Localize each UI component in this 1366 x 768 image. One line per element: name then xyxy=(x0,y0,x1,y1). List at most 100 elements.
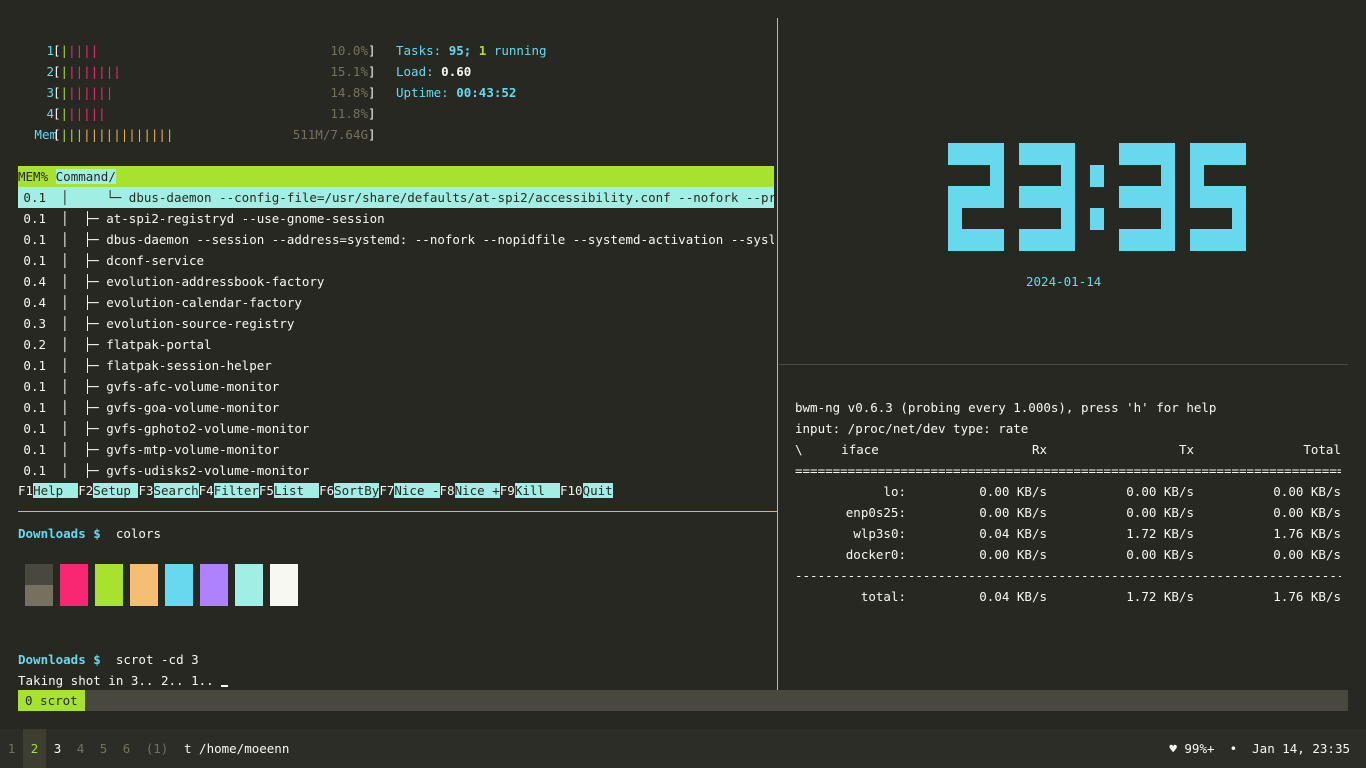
bwm-total: 0.00 KB/s xyxy=(1273,505,1341,520)
meter-fill: ||||| xyxy=(68,106,106,121)
fkey-label[interactable]: Setup xyxy=(93,483,139,498)
process-row[interactable]: 0.1 │ ├─ flatpak-session-helper xyxy=(18,355,774,376)
process-row[interactable]: 0.1 │ └─ dbus-daemon --config-file=/usr/… xyxy=(18,187,774,208)
fkey-label[interactable]: Filter xyxy=(213,483,259,498)
process-row[interactable]: 0.4 │ ├─ evolution-addressbook-factory xyxy=(18,271,774,292)
clock-segment xyxy=(1133,143,1161,166)
fkey-label[interactable]: Help xyxy=(33,483,79,498)
workspace-2[interactable]: 2 xyxy=(23,729,46,768)
process-mem: 0.3 xyxy=(23,316,46,331)
fkey-label[interactable]: List xyxy=(273,483,320,498)
fkey-f8[interactable]: F8 xyxy=(440,483,455,498)
column-command[interactable]: Command/ xyxy=(55,169,116,184)
process-row[interactable]: 0.1 │ ├─ at-spi2-registryd --use-gnome-s… xyxy=(18,208,774,229)
meter-fill: ||||||| xyxy=(68,64,121,79)
process-mem: 0.1 xyxy=(23,253,46,268)
clock-segment xyxy=(1161,186,1175,209)
process-tree: │ ├─ xyxy=(46,274,107,289)
pane-divider-right[interactable] xyxy=(779,364,1348,365)
workspace-7[interactable]: (1) xyxy=(143,729,171,768)
meter-fill: | xyxy=(60,43,69,58)
bwm-tx: 0.00 KB/s xyxy=(1126,484,1194,499)
clock-segment xyxy=(1204,143,1232,166)
workspace-3[interactable]: 3 xyxy=(46,729,69,768)
process-command: gvfs-mtp-volume-monitor xyxy=(106,442,280,457)
process-tree: │ ├─ xyxy=(46,316,107,331)
process-row[interactable]: 0.4 │ ├─ evolution-calendar-factory xyxy=(18,292,774,313)
clock-segment xyxy=(1161,143,1175,166)
process-mem: 0.1 xyxy=(23,463,46,478)
process-row[interactable]: 0.1 │ ├─ gvfs-afc-volume-monitor xyxy=(18,376,774,397)
process-row[interactable]: 0.1 │ ├─ dconf-service xyxy=(18,250,774,271)
process-row[interactable]: 0.2 │ ├─ flatpak-portal xyxy=(18,334,774,355)
process-row[interactable]: 0.1 │ ├─ gvfs-udisks2-volume-monitor xyxy=(18,460,774,481)
fkey-label[interactable]: Nice + xyxy=(454,483,500,498)
clock-segment xyxy=(948,143,962,166)
workspace-6[interactable]: 6 xyxy=(115,729,138,768)
pane-divider-left[interactable] xyxy=(18,511,777,512)
workspace-5[interactable]: 5 xyxy=(92,729,115,768)
workspace-1[interactable]: 1 xyxy=(0,729,23,768)
tmux-window-tab[interactable]: 0 scrot xyxy=(18,690,85,711)
process-table-header[interactable]: MEM% Command/ xyxy=(18,166,774,187)
meter-bracket: ] xyxy=(368,106,376,121)
bwm-tx: 0.00 KB/s xyxy=(1126,505,1194,520)
fkey-label[interactable]: Search xyxy=(153,483,199,498)
htop-function-keys[interactable]: F1Help F2Setup F3SearchF4FilterF5List F6… xyxy=(18,480,774,501)
process-tree: │ ├─ xyxy=(46,253,107,268)
process-row[interactable]: 0.1 │ ├─ gvfs-goa-volume-monitor xyxy=(18,397,774,418)
bwm-total: 0.00 KB/s xyxy=(1273,547,1341,562)
bwm-rx: 0.00 KB/s xyxy=(979,547,1047,562)
process-tree: │ ├─ xyxy=(46,295,107,310)
fkey-f7[interactable]: F7 xyxy=(379,483,394,498)
workspace-4[interactable]: 4 xyxy=(69,729,92,768)
fkey-label[interactable]: Nice - xyxy=(394,483,440,498)
process-tree: │ ├─ xyxy=(46,463,107,478)
shell-output[interactable]: Taking shot in 3.. 2.. 1.. xyxy=(18,670,229,691)
meter-bracket: [ xyxy=(53,43,61,58)
shell-command: colors xyxy=(115,526,162,541)
clock-segment xyxy=(1061,186,1075,209)
fkey-f4[interactable]: F4 xyxy=(199,483,214,498)
process-row[interactable]: 0.3 │ ├─ evolution-source-registry xyxy=(18,313,774,334)
fkey-label[interactable]: Quit xyxy=(582,483,613,498)
column-mem[interactable]: MEM% xyxy=(18,169,48,184)
bwm-iface: wlp3s0: xyxy=(853,526,906,541)
fkey-f2[interactable]: F2 xyxy=(78,483,93,498)
clock-segment xyxy=(962,143,990,166)
process-mem: 0.1 xyxy=(23,442,46,457)
clock-segment xyxy=(1204,229,1232,252)
clock-datetime: Jan 14, 23:35 xyxy=(1252,741,1350,756)
clock-segment xyxy=(1161,207,1175,230)
process-command: gvfs-afc-volume-monitor xyxy=(106,379,280,394)
meter-bracket: [ xyxy=(53,64,61,79)
fkey-label[interactable]: SortBy xyxy=(334,483,380,498)
clock-segment xyxy=(1119,229,1133,252)
pane-divider-vertical[interactable] xyxy=(777,18,778,690)
process-tree: │ ├─ xyxy=(46,337,107,352)
clock-segment xyxy=(990,143,1004,166)
meter-value: 11.8% xyxy=(330,106,368,121)
fkey-f10[interactable]: F10 xyxy=(560,483,583,498)
meter-label: 2 xyxy=(46,64,54,79)
clock-segment xyxy=(990,164,1004,187)
fkey-f6[interactable]: F6 xyxy=(319,483,334,498)
meter-fill: ||| xyxy=(60,127,84,142)
process-row[interactable]: 0.1 │ ├─ dbus-daemon --session --address… xyxy=(18,229,774,250)
process-row[interactable]: 0.1 │ ├─ gvfs-gphoto2-volume-monitor xyxy=(18,418,774,439)
process-mem: 0.1 xyxy=(23,190,46,205)
fkey-f3[interactable]: F3 xyxy=(138,483,153,498)
fkey-f9[interactable]: F9 xyxy=(500,483,515,498)
clock-segment xyxy=(1019,229,1033,252)
process-row[interactable]: 0.1 │ ├─ gvfs-mtp-volume-monitor xyxy=(18,439,774,460)
bwm-input: input: /proc/net/dev type: rate xyxy=(795,421,1029,436)
clock-segment xyxy=(1190,143,1204,166)
fkey-f1[interactable]: F1 xyxy=(18,483,33,498)
fkey-label[interactable]: Kill xyxy=(514,483,560,498)
bwm-iface: enp0s25: xyxy=(845,505,906,520)
meter-fill: | xyxy=(60,64,69,79)
clock-segment xyxy=(1204,186,1232,209)
process-tree: │ ├─ xyxy=(46,421,107,436)
bwm-rx: 0.04 KB/s xyxy=(979,526,1047,541)
fkey-f5[interactable]: F5 xyxy=(259,483,274,498)
